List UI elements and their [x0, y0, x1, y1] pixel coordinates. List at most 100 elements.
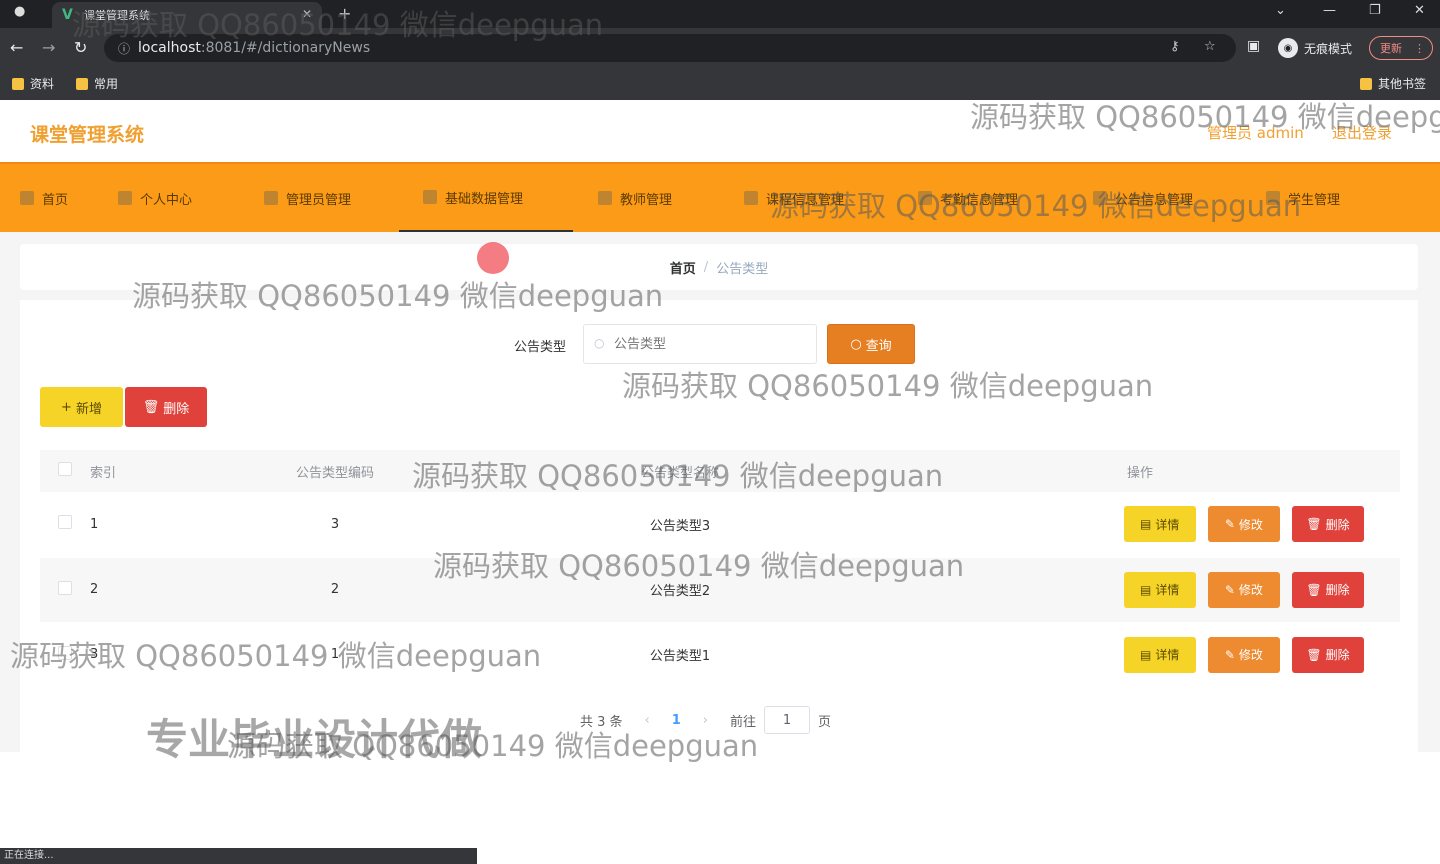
breadcrumb-current: 公告类型: [716, 261, 769, 277]
incognito-icon: ◉: [1278, 38, 1298, 58]
row-checkbox[interactable]: [58, 580, 72, 595]
nav-item-notices[interactable]: 公告信息管理: [1093, 164, 1193, 232]
nav-item-teachers[interactable]: 教师管理: [598, 164, 672, 232]
update-label: 更新: [1380, 42, 1402, 55]
cell-name: 公告类型3: [480, 492, 880, 558]
search-input[interactable]: [583, 324, 817, 364]
cell-actions: ▤ 详情 ✎ 修改 🗑 删除: [880, 492, 1400, 558]
breadcrumb-home[interactable]: 首页: [670, 258, 696, 277]
other-bookmarks[interactable]: 其他书签: [1360, 75, 1426, 92]
nav-item-students[interactable]: 学生管理: [1266, 164, 1340, 232]
cell-code: 2: [190, 557, 480, 623]
detail-button[interactable]: ▤ 详情: [1123, 506, 1196, 543]
nav-item-profile[interactable]: 个人中心: [118, 164, 192, 232]
add-button[interactable]: + 新增: [40, 387, 123, 427]
site-info-icon[interactable]: ⓘ: [118, 40, 130, 57]
remove-label: 删除: [1325, 517, 1350, 532]
prev-page-icon[interactable]: ‹: [645, 713, 650, 728]
browser-menu-icon[interactable]: ●: [14, 4, 25, 19]
browser-tab-bar: ● V 课堂管理系统 ✕ + ⌄ — ❐ ✕: [0, 0, 1440, 28]
remove-label: 删除: [1325, 648, 1350, 662]
bookmark-star-icon[interactable]: ☆: [1204, 39, 1216, 54]
folder-icon: [12, 77, 24, 90]
row-delete-button[interactable]: 🗑 删除: [1292, 506, 1364, 543]
table-header-row: 索引 公告类型编码 公告类型名称 操作: [40, 450, 1400, 492]
nav-item-admins[interactable]: 管理员管理: [264, 164, 351, 232]
detail-button[interactable]: ▤ 详情: [1123, 636, 1196, 673]
detail-label: 详情: [1155, 517, 1180, 532]
back-icon[interactable]: ←: [10, 38, 23, 57]
row-checkbox[interactable]: [58, 515, 72, 530]
cell-index: 1: [90, 492, 190, 558]
search-icon: ○: [594, 336, 605, 350]
edit-label: 修改: [1238, 583, 1263, 597]
row-checkbox[interactable]: [58, 645, 72, 660]
row-delete-button[interactable]: 🗑 删除: [1292, 571, 1364, 608]
remove-label: 删除: [1325, 583, 1350, 597]
reload-icon[interactable]: ↻: [74, 38, 87, 57]
batch-delete-button[interactable]: 🗑 删除: [125, 387, 207, 427]
new-tab-button[interactable]: +: [338, 4, 351, 23]
search-label: 公告类型: [514, 340, 567, 355]
next-page-icon[interactable]: ›: [703, 713, 708, 728]
document-icon: ▤: [1140, 582, 1152, 597]
logout-link[interactable]: 退出登录: [1332, 122, 1392, 143]
document-icon: ▤: [1140, 517, 1152, 532]
list-icon: [264, 191, 278, 205]
nav-item-courses[interactable]: 课程信息管理: [744, 164, 844, 232]
tab-search-icon[interactable]: ⌄: [1275, 3, 1286, 18]
key-icon[interactable]: ⚷: [1170, 39, 1180, 54]
page-number[interactable]: 1: [672, 713, 681, 728]
sidebar-icon[interactable]: ▣: [1247, 38, 1260, 54]
row-select-cell: [40, 492, 90, 558]
browser-tab[interactable]: V 课堂管理系统 ✕: [52, 2, 322, 28]
goto-label: 前往: [730, 714, 757, 730]
folder-icon: [1360, 77, 1372, 90]
watermark-big-text: 专业毕业设计代做: [146, 715, 483, 764]
forward-icon[interactable]: →: [42, 38, 55, 57]
data-table: 索引 公告类型编码 公告类型名称 操作 1 3 公告类型3 ▤ 详情 ✎ 修改 🗑 删…: [40, 450, 1400, 688]
goto-page-input[interactable]: 1: [764, 706, 811, 734]
window-close-icon[interactable]: ✕: [1414, 3, 1425, 18]
update-button[interactable]: 更新 ⋮: [1369, 36, 1433, 60]
minimize-icon[interactable]: —: [1323, 3, 1336, 18]
url-path: :8081/#/dictionaryNews: [200, 40, 371, 56]
restore-icon[interactable]: ❐: [1369, 3, 1381, 18]
bookmark-folder-changyong[interactable]: 常用: [76, 75, 118, 92]
incognito-indicator[interactable]: ◉ 无痕模式: [1278, 38, 1352, 58]
row-delete-button[interactable]: 🗑 删除: [1292, 636, 1364, 673]
nav-label: 首页: [42, 192, 69, 208]
folder-icon: [76, 77, 88, 90]
detail-label: 详情: [1155, 648, 1180, 662]
nav-item-basic-data[interactable]: 基础数据管理: [399, 164, 573, 232]
list-icon: [918, 191, 932, 205]
breadcrumb-separator: /: [703, 259, 709, 275]
trash-icon: 🗑: [1306, 647, 1322, 662]
pagination-total: 共 3 条: [580, 714, 623, 730]
bookmark-folder-ziliao[interactable]: 资料: [12, 75, 54, 92]
nav-label: 管理员管理: [286, 192, 352, 208]
tab-close-icon[interactable]: ✕: [302, 7, 312, 21]
browser-status-bar: 正在连接...: [0, 848, 477, 864]
nav-item-attendance[interactable]: 考勤信息管理: [918, 164, 1018, 232]
main-area: 首页 / 公告类型 公告类型 ○ ○ 查询 + 新增 🗑 删除 索引 公告类型编…: [0, 232, 1440, 752]
detail-button[interactable]: ▤ 详情: [1123, 571, 1196, 608]
incognito-label: 无痕模式: [1304, 41, 1353, 56]
table-row: 2 2 公告类型2 ▤ 详情 ✎ 修改 🗑 删除: [40, 557, 1400, 623]
top-nav: 首页 个人中心 管理员管理 基础数据管理 教师管理 课程信息管理 考勤信息管理 …: [0, 162, 1440, 232]
vue-favicon-icon: V: [62, 7, 73, 23]
bookmarks-bar: 资料 常用 其他书签: [0, 68, 1440, 100]
document-icon: ▤: [1140, 647, 1152, 662]
address-bar-row: ← → ↻ ⓘ localhost:8081/#/dictionaryNews …: [0, 28, 1440, 68]
edit-button[interactable]: ✎ 修改: [1207, 506, 1280, 543]
nav-item-home[interactable]: 首页: [20, 164, 68, 232]
trash-icon: 🗑: [1306, 517, 1322, 532]
trash-icon: 🗑: [142, 399, 160, 415]
edit-button[interactable]: ✎ 修改: [1207, 571, 1280, 608]
query-button[interactable]: ○ 查询: [827, 324, 915, 364]
nav-label: 课程信息管理: [766, 192, 845, 208]
goto-suffix: 页: [818, 714, 832, 730]
select-all-checkbox[interactable]: [58, 462, 72, 476]
edit-button[interactable]: ✎ 修改: [1207, 636, 1280, 673]
url-field[interactable]: ⓘ localhost:8081/#/dictionaryNews ⚷ ☆: [104, 34, 1236, 62]
